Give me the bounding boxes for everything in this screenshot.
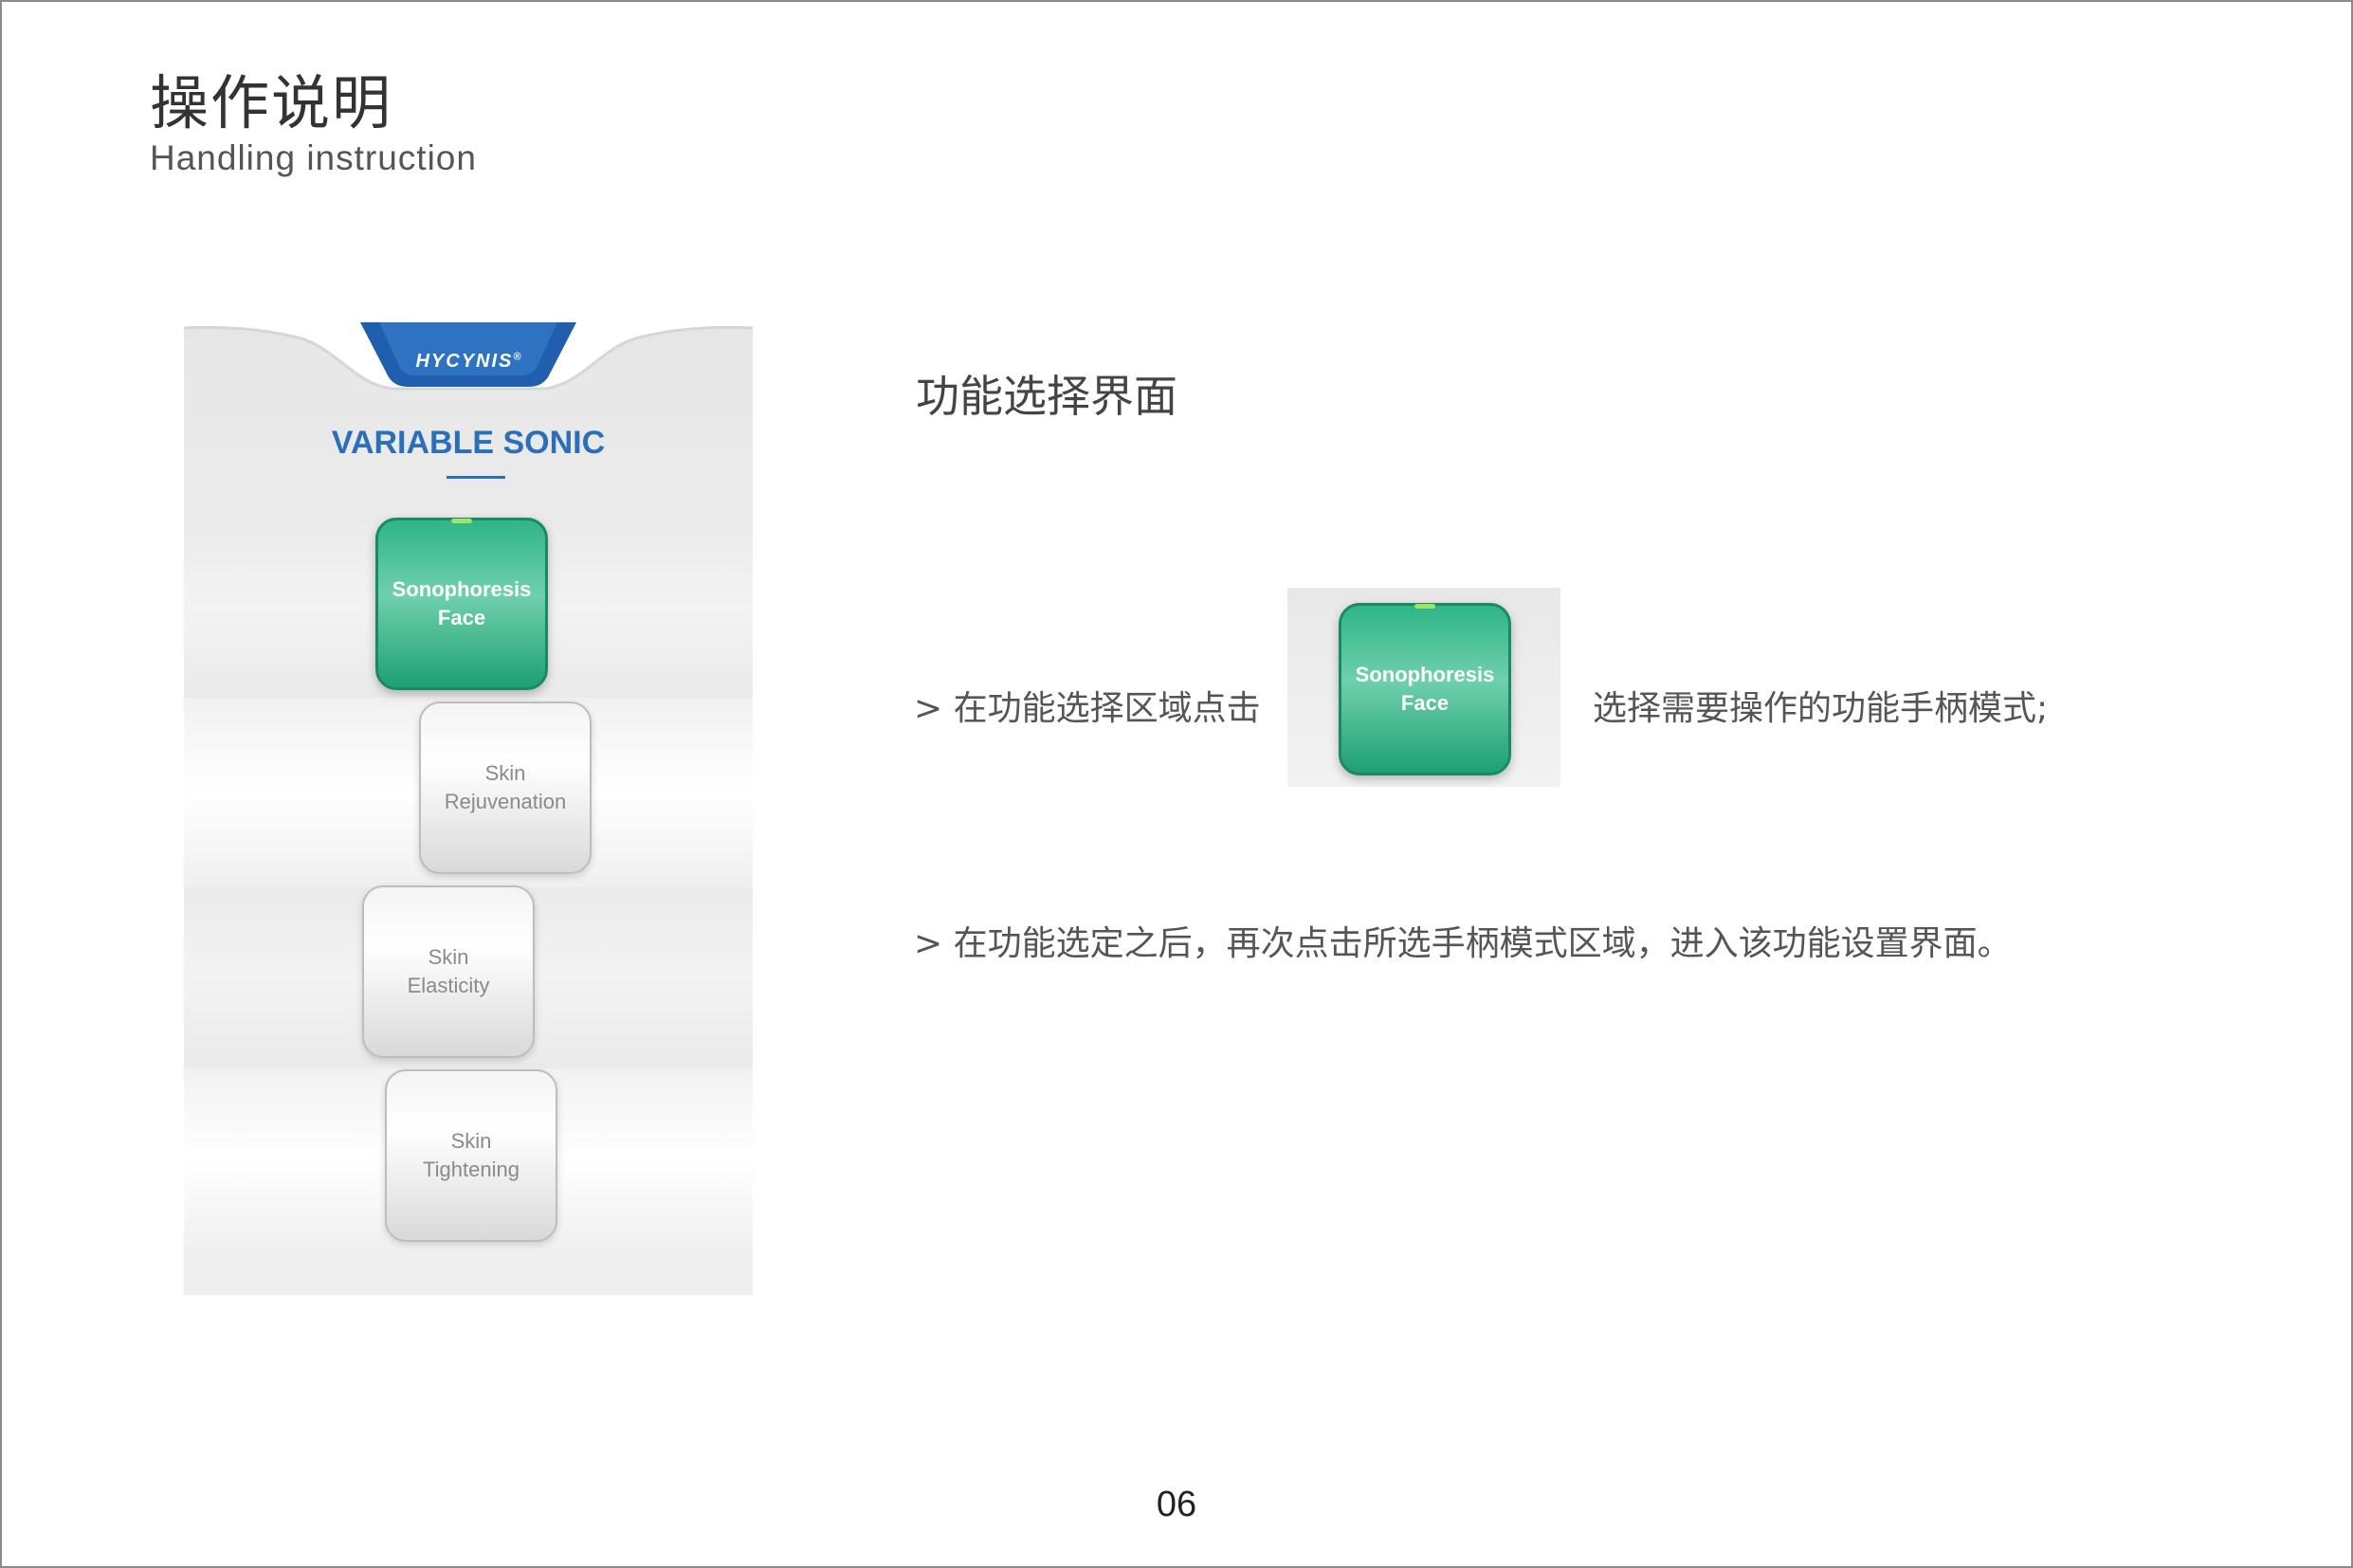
- mode-label-line2: Elasticity: [407, 974, 490, 997]
- indicator-light: [1414, 604, 1435, 609]
- mode-label-line1: Skin: [450, 1129, 492, 1153]
- illustration-mode-button: Sonophoresis Face: [1339, 603, 1511, 775]
- page-number: 06: [1156, 1485, 1197, 1524]
- mode-button-skin-tightening[interactable]: Skin Tightening: [385, 1069, 557, 1242]
- step1-text-after: 选择需要操作的功能手柄模式;: [1593, 689, 2049, 728]
- section-title: 功能选择界面: [916, 371, 1177, 422]
- page-subtitle: Handling instruction: [150, 138, 477, 177]
- mode-button-skin-elasticity[interactable]: Skin Elasticity: [362, 885, 535, 1058]
- mode-label-line2: Face: [437, 606, 486, 629]
- illustration-label-line2: Face: [1400, 691, 1450, 715]
- mode-label-line1: Skin: [428, 945, 469, 969]
- brand-logo: HYCYNIS®: [415, 351, 523, 372]
- page-title: 操作说明: [150, 68, 393, 137]
- mode-label-line2: Tightening: [423, 1158, 520, 1181]
- step1-text-before: > 在功能选择区域点击: [914, 689, 1261, 728]
- indicator-light: [451, 519, 472, 523]
- illustration-label-line1: Sonophoresis: [1355, 663, 1495, 686]
- title-underline: [447, 476, 505, 479]
- inline-button-illustration: Sonophoresis Face: [1287, 588, 1560, 787]
- mode-button-skin-rejuvenation[interactable]: Skin Rejuvenation: [419, 702, 592, 874]
- device-screen: HYCYNIS® VARIABLE SONIC Sonophoresis Face…: [184, 319, 753, 1295]
- mode-label-line1: Sonophoresis: [392, 577, 532, 601]
- mode-label-line2: Rejuvenation: [444, 790, 567, 813]
- mode-label-line1: Skin: [484, 761, 526, 785]
- mode-button-sonophoresis-face[interactable]: Sonophoresis Face: [375, 518, 548, 690]
- step2-text: > 在功能选定之后，再次点击所选手柄模式区域，进入该功能设置界面。: [914, 924, 2012, 963]
- app-title: VARIABLE SONIC: [331, 425, 606, 461]
